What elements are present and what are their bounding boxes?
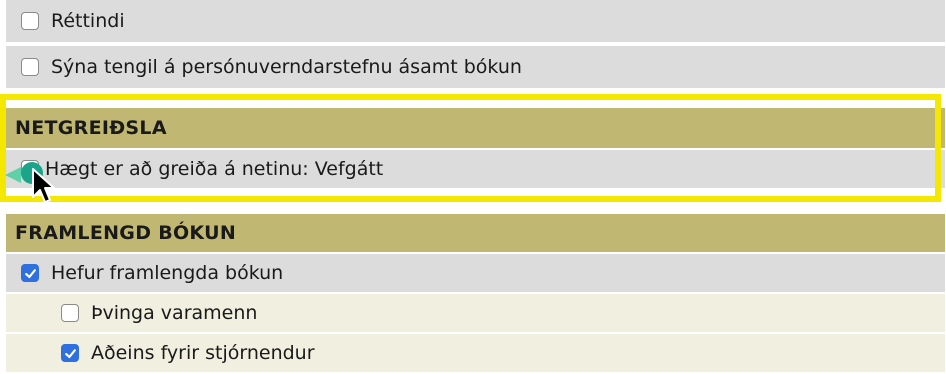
framlengd-checkbox[interactable] [21,264,39,282]
thvinga-varamenn-row[interactable]: Þvinga varamenn [6,294,945,332]
synatengil-label: Sýna tengil á persónuverndarstefnu ásamt… [51,56,522,78]
rettindi-checkbox[interactable] [21,12,39,30]
checkmark-icon [24,268,36,278]
netgreidsla-header-text: NETGREIÐSLA [15,117,167,139]
framlengd-header-text: FRAMLENGD BÓKUN [15,222,237,244]
checkmark-icon [64,348,76,358]
thvinga-varamenn-checkbox[interactable] [61,304,79,322]
stjornendur-row[interactable]: Aðeins fyrir stjórnendur [6,334,945,372]
netgreidsla-row[interactable]: Hægt er að greiða á netinu: Vefgátt [6,150,945,188]
synatengil-row[interactable]: Sýna tengil á persónuverndarstefnu ásamt… [6,46,945,88]
rettindi-label: Réttindi [51,10,125,32]
thvinga-varamenn-label: Þvinga varamenn [91,302,258,324]
pointer-tail-icon [5,167,21,183]
netgreidsla-label: Hægt er að greiða á netinu: Vefgátt [45,158,384,180]
framlengd-row[interactable]: Hefur framlengda bókun [6,254,945,292]
netgreidsla-header: NETGREIÐSLA [6,108,945,148]
synatengil-checkbox[interactable] [21,58,39,76]
stjornendur-label: Aðeins fyrir stjórnendur [91,342,315,364]
framlengd-header: FRAMLENGD BÓKUN [6,214,945,252]
stjornendur-checkbox[interactable] [61,344,79,362]
framlengd-label: Hefur framlengda bókun [51,262,284,284]
rettindi-row[interactable]: Réttindi [6,0,945,42]
mouse-cursor-icon [32,168,55,203]
